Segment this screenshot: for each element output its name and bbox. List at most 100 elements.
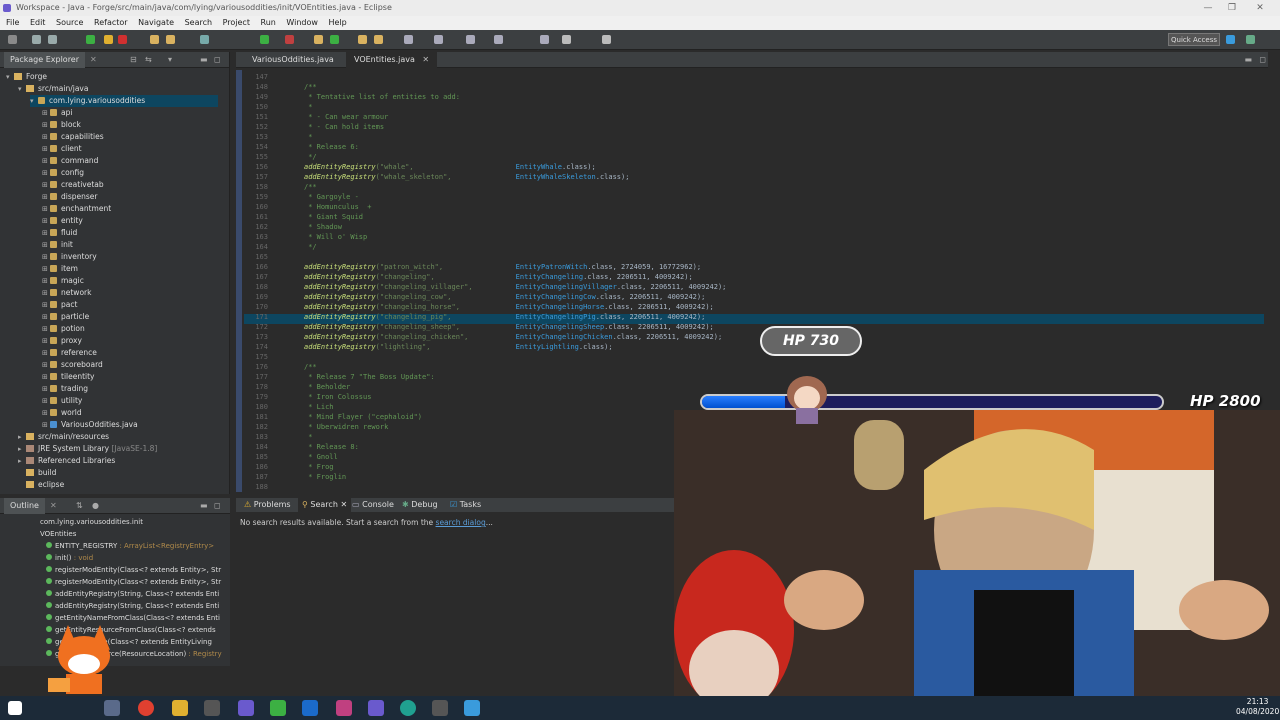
tab-various-oddities[interactable]: VariousOddities.java	[244, 52, 342, 68]
tree-package-trading[interactable]: ⊞ trading	[42, 383, 88, 395]
close-view-icon[interactable]: ✕	[90, 52, 97, 68]
tree-package-utility[interactable]: ⊞ utility	[42, 395, 82, 407]
menu-navigate[interactable]: Navigate	[138, 18, 174, 27]
resume-icon[interactable]	[86, 35, 95, 44]
close-button[interactable]: ✕	[1248, 0, 1272, 16]
menu-help[interactable]: Help	[329, 18, 347, 27]
tab-outline[interactable]: Outline	[4, 498, 45, 514]
code-line[interactable]: 157 addEntityRegistry("whale_skeleton", En…	[244, 172, 629, 182]
tree-package-particle[interactable]: ⊞ particle	[42, 311, 89, 323]
clock[interactable]: 21:13 04/08/2020	[1236, 697, 1279, 717]
maximize-editor-icon[interactable]: ◻	[1259, 55, 1266, 64]
code-line[interactable]: 186 * Frog	[244, 462, 333, 472]
tree-package-block[interactable]: ⊞ block	[42, 119, 81, 131]
code-line[interactable]: 177 * Release 7 "The Boss Update":	[244, 372, 434, 382]
save-icon[interactable]	[32, 35, 41, 44]
menu-source[interactable]: Source	[56, 18, 83, 27]
menu-run[interactable]: Run	[261, 18, 276, 27]
step-icon[interactable]	[150, 35, 159, 44]
tree-package-pact[interactable]: ⊞ pact	[42, 299, 77, 311]
tree-main-package[interactable]: ▾ com.lying.variousoddities	[30, 95, 218, 107]
tree-package-enchantment[interactable]: ⊞ enchantment	[42, 203, 111, 215]
tree-package-reference[interactable]: ⊞ reference	[42, 347, 97, 359]
code-line[interactable]: 153 *	[244, 132, 312, 142]
search-dialog-link[interactable]: search dialog	[436, 518, 486, 527]
code-line[interactable]: 156 addEntityRegistry("whale", EntityWhale…	[244, 162, 595, 172]
outline-item[interactable]: registerModEntity(Class<? extends Entity…	[46, 564, 221, 576]
code-line[interactable]: 150 *	[244, 102, 312, 112]
code-line[interactable]: 152 * - Can hold items	[244, 122, 384, 132]
tree-package-world[interactable]: ⊞ world	[42, 407, 82, 419]
forward-icon[interactable]	[602, 35, 611, 44]
code-line[interactable]: 171 addEntityRegistry("changeling_pig", En…	[244, 312, 705, 322]
tree-package-fluid[interactable]: ⊞ fluid	[42, 227, 77, 239]
tree-package-item[interactable]: ⊞ item	[42, 263, 78, 275]
menu-refactor[interactable]: Refactor	[94, 18, 128, 27]
code-line[interactable]: 161 * Giant Squid	[244, 212, 363, 222]
code-line[interactable]: 181 * Mind Flayer ("cephaloid")	[244, 412, 422, 422]
minimize-editor-icon[interactable]: ▬	[1244, 55, 1252, 64]
tree-project[interactable]: ▾ Forge	[6, 71, 47, 83]
code-line[interactable]: 179 * Iron Colossus	[244, 392, 371, 402]
tree-package-entity[interactable]: ⊞ entity	[42, 215, 83, 227]
code-line[interactable]: 183 *	[244, 432, 312, 442]
code-line[interactable]: 160 * Homunculus +	[244, 202, 371, 212]
code-line[interactable]: 164 */	[244, 242, 316, 252]
view-menu-icon[interactable]: ▾	[168, 52, 172, 68]
code-line[interactable]: 155 */	[244, 152, 316, 162]
eclipse-task-icon-2[interactable]	[368, 700, 384, 716]
new-java-project-icon[interactable]	[314, 35, 323, 44]
menu-file[interactable]: File	[6, 18, 19, 27]
code-line[interactable]: 166 addEntityRegistry("patron_witch", Enti…	[244, 262, 701, 272]
open-type-icon[interactable]	[358, 35, 367, 44]
code-line[interactable]: 172 addEntityRegistry("changeling_sheep",…	[244, 322, 713, 332]
code-line[interactable]: 167 addEntityRegistry("changeling", Entity…	[244, 272, 692, 282]
tree-resources[interactable]: ▸ src/main/resources	[18, 431, 109, 443]
code-line[interactable]: 174 addEntityRegistry("lightling", EntityL…	[244, 342, 612, 352]
collapse-all-icon[interactable]: ⊟	[130, 52, 137, 68]
file-explorer-icon[interactable]	[172, 700, 188, 716]
task-view-icon[interactable]	[104, 700, 120, 716]
annotation-next-icon[interactable]	[494, 35, 503, 44]
menu-window[interactable]: Window	[286, 18, 318, 27]
skip-breakpoints-icon[interactable]	[200, 35, 209, 44]
code-line[interactable]: 182 * Uberwidren rework	[244, 422, 388, 432]
tab-console[interactable]: ▭ Console	[348, 498, 398, 512]
code-line[interactable]: 185 * Gnoll	[244, 452, 337, 462]
code-line[interactable]: 147	[244, 72, 304, 82]
hide-fields-icon[interactable]: ●	[92, 498, 99, 514]
minimize-outline-icon[interactable]: ▬	[200, 498, 208, 514]
new-icon[interactable]	[8, 35, 17, 44]
tree-package-config[interactable]: ⊞ config	[42, 167, 84, 179]
debug-icon[interactable]	[285, 35, 294, 44]
tab-search[interactable]: ⚲ Search ✕	[298, 498, 352, 512]
code-line[interactable]: 158 /**	[244, 182, 316, 192]
tree-package-creativetab[interactable]: ⊞ creativetab	[42, 179, 104, 191]
eclipse-task-icon[interactable]	[238, 700, 254, 716]
close-tab-icon[interactable]: ✕	[422, 55, 429, 64]
outline-item[interactable]: init() : void	[46, 552, 93, 564]
code-line[interactable]: 170 addEntityRegistry("changeling_horse",…	[244, 302, 713, 312]
tree-package-init[interactable]: ⊞ init	[42, 239, 73, 251]
tree-build[interactable]: build	[18, 467, 56, 479]
block-select-icon[interactable]	[434, 35, 443, 44]
search-icon[interactable]	[374, 35, 383, 44]
tree-src[interactable]: ▾ src/main/java	[18, 83, 88, 95]
outline-class[interactable]: VOEntities	[40, 528, 76, 540]
app-icon-2[interactable]	[336, 700, 352, 716]
code-line[interactable]: 159 * Gargoyle -	[244, 192, 358, 202]
code-line[interactable]: 162 * Shadow	[244, 222, 342, 232]
toggle-mark-icon[interactable]	[404, 35, 413, 44]
tree-package-proxy[interactable]: ⊞ proxy	[42, 335, 82, 347]
code-line[interactable]: 148 /**	[244, 82, 316, 92]
outline-item[interactable]: registerModEntity(Class<? extends Entity…	[46, 576, 221, 588]
code-line[interactable]: 175	[244, 352, 304, 362]
close-search-tab-icon[interactable]: ✕	[340, 500, 347, 509]
perspective-debug-icon[interactable]	[1246, 35, 1255, 44]
tree-package-potion[interactable]: ⊞ potion	[42, 323, 85, 335]
chrome-icon[interactable]	[138, 700, 154, 716]
tab-voentities[interactable]: VOEntities.java ✕	[346, 52, 438, 68]
tree-jre[interactable]: ▸ JRE System Library [JavaSE-1.8]	[18, 443, 157, 455]
menu-search[interactable]: Search	[185, 18, 212, 27]
close-outline-icon[interactable]: ✕	[50, 498, 57, 514]
